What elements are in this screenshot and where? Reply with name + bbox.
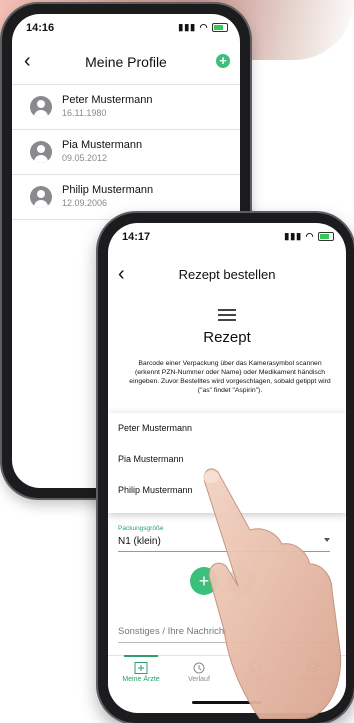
dropdown-option[interactable]: Peter Mustermann — [108, 413, 346, 444]
profile-row[interactable]: Pia Mustermann 09.05.2012 — [12, 129, 240, 174]
chevron-down-icon — [324, 538, 330, 542]
instructions-text: Barcode einer Verpackung über das Kamera… — [129, 360, 331, 394]
profile-birthdate: 12.09.2006 — [62, 198, 108, 208]
package-size-label: Packungsgröße — [118, 525, 164, 532]
package-size-value: N1 (klein) — [118, 536, 161, 547]
tab-label: Verlauf — [188, 676, 210, 683]
avatar-icon — [30, 186, 52, 208]
tab-label: Chats — [245, 676, 265, 683]
add-profile-icon[interactable]: + — [216, 54, 230, 68]
status-bar: 14:17 ▮▮▮ ◠ — [108, 223, 346, 249]
battery-icon — [318, 232, 334, 242]
status-icons: ▮▮▮ ◠ — [178, 22, 228, 33]
status-bar: 14:16 ▮▮▮ ◠ — [12, 14, 240, 40]
list-icon — [218, 309, 236, 321]
navigation-bar: ‹ Meine Profile + — [12, 48, 240, 78]
status-time: 14:16 — [26, 22, 55, 34]
package-size-select[interactable]: N1 (klein) — [118, 533, 330, 552]
page-title: Meine Profile — [85, 54, 167, 70]
message-input[interactable]: Sonstiges / Ihre Nachricht — [118, 623, 332, 643]
tab-history[interactable]: Verlauf — [174, 662, 224, 683]
avatar-icon — [30, 141, 52, 163]
phone-prescription: 14:17 ▮▮▮ ◠ ‹ Rezept bestellen Rezept Ba… — [98, 213, 354, 723]
dropdown-option[interactable]: Philip Mustermann — [108, 475, 346, 506]
tab-label: Services — [299, 676, 327, 683]
section-title: Rezept — [203, 329, 251, 346]
tab-services[interactable]: Services — [288, 662, 338, 683]
tab-label: Meine Ärzte — [122, 676, 160, 683]
history-icon — [193, 662, 205, 674]
dropdown-option[interactable]: Pia Mustermann — [108, 444, 346, 475]
avatar-icon — [30, 96, 52, 118]
layers-icon — [306, 662, 320, 673]
navigation-bar: ‹ Rezept bestellen — [108, 263, 346, 293]
profile-name: Philip Mustermann — [62, 184, 154, 196]
battery-icon — [212, 23, 228, 33]
remove-button[interactable]: − — [228, 567, 256, 595]
chat-icon — [249, 662, 261, 674]
add-button[interactable]: + — [190, 567, 218, 595]
profile-name: Peter Mustermann — [62, 94, 153, 106]
page-title: Rezept bestellen — [178, 267, 276, 282]
profile-birthdate: 16.11.1980 — [62, 108, 107, 118]
profile-birthdate: 09.05.2012 — [62, 153, 108, 163]
tab-my-doctors[interactable]: Meine Ärzte — [116, 655, 166, 683]
status-icons: ▮▮▮ ◠ — [284, 231, 334, 242]
prescription-screen: 14:17 ▮▮▮ ◠ ‹ Rezept bestellen Rezept Ba… — [108, 223, 346, 713]
tab-bar: Meine Ärzte Verlauf Chats Services — [108, 655, 346, 696]
profile-name: Pia Mustermann — [62, 139, 143, 151]
profile-list: Peter Mustermann 16.11.1980 Pia Musterma… — [12, 84, 240, 220]
home-indicator — [192, 701, 262, 704]
plus-box-icon — [134, 662, 148, 674]
status-time: 14:17 — [122, 231, 151, 243]
tab-chats[interactable]: Chats — [230, 662, 280, 683]
profile-dropdown: Peter Mustermann Pia Mustermann Philip M… — [108, 413, 346, 513]
profile-row[interactable]: Peter Mustermann 16.11.1980 — [12, 84, 240, 129]
